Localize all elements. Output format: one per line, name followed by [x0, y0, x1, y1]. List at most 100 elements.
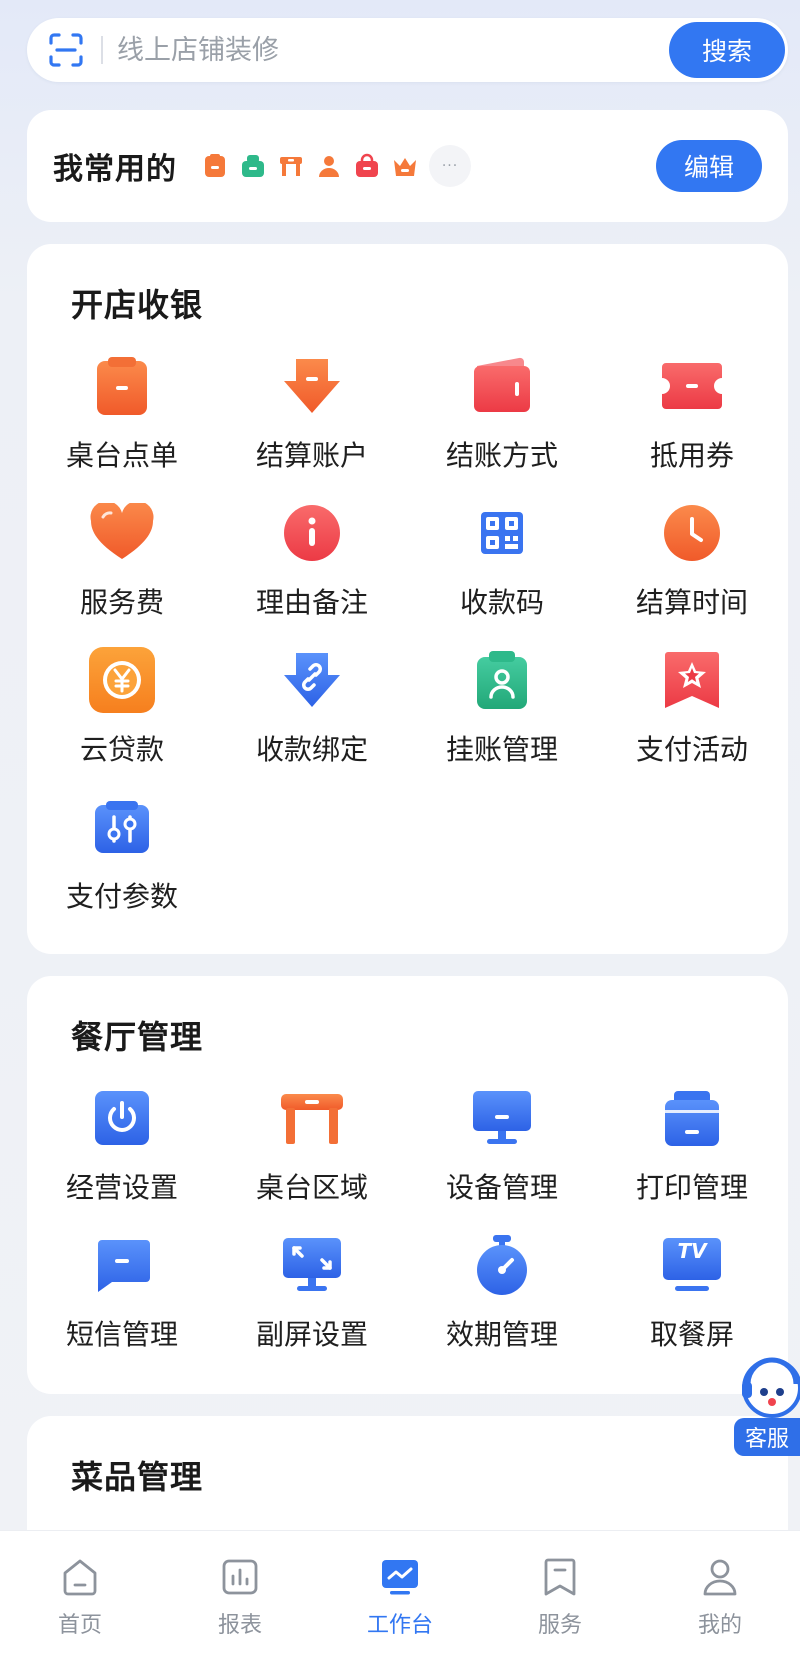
- nav-label: 我的: [697, 1613, 742, 1638]
- mascot-icon: [742, 1357, 800, 1418]
- star-badge-icon: [658, 646, 726, 714]
- bag-icon[interactable]: [353, 152, 381, 180]
- nav-label: 工作台: [366, 1613, 433, 1638]
- timer-icon: [468, 1231, 536, 1299]
- grid-item-coupon[interactable]: 抵用券: [597, 352, 787, 499]
- yuan-loan-icon: [88, 646, 156, 714]
- heart-icon: [88, 499, 156, 567]
- menu-icon[interactable]: [201, 152, 229, 180]
- nav-label: 报表: [217, 1613, 262, 1638]
- search-bar[interactable]: 搜索: [27, 18, 788, 82]
- edit-button[interactable]: 编辑: [656, 140, 762, 192]
- person-icon[interactable]: [315, 152, 343, 180]
- grid-item-reason-note[interactable]: 理由备注: [217, 499, 407, 646]
- grid-label: 桌台区域: [255, 1171, 368, 1204]
- grid-item-print-management[interactable]: 打印管理: [597, 1084, 787, 1231]
- scan-icon[interactable]: [45, 29, 87, 71]
- nav-item-service[interactable]: 服务: [480, 1531, 640, 1657]
- grid-item-payment-parameters[interactable]: 支付参数: [27, 793, 217, 940]
- nav-item-home[interactable]: 首页: [0, 1531, 160, 1657]
- grid-label: 经营设置: [65, 1171, 178, 1204]
- grid-label: 桌台点单: [65, 439, 178, 472]
- wallet-icon: [468, 352, 536, 420]
- grid-label: 短信管理: [65, 1318, 178, 1351]
- parameters-icon: [88, 793, 156, 861]
- grid-label: 打印管理: [635, 1171, 748, 1204]
- grid-label: 挂账管理: [445, 733, 558, 766]
- table-icon[interactable]: [277, 152, 305, 180]
- crown-icon[interactable]: [391, 152, 419, 180]
- credit-icon: [468, 646, 536, 714]
- grid-item-service-fee[interactable]: 服务费: [27, 499, 217, 646]
- bookmark-icon: [540, 1557, 580, 1597]
- section-title: 菜品管理: [71, 1458, 204, 1496]
- grid-label: 收款码: [459, 586, 544, 619]
- grid-item-business-settings[interactable]: 经营设置: [27, 1084, 217, 1231]
- favorites-icon-row[interactable]: ···: [201, 145, 471, 187]
- grid-item-expiry-management[interactable]: 效期管理: [407, 1231, 597, 1378]
- grid-label: 结账方式: [445, 439, 558, 472]
- coupon-icon: [658, 352, 726, 420]
- search-divider: [101, 36, 103, 64]
- grid-label: 结算账户: [255, 439, 368, 472]
- grid-item-secondary-screen[interactable]: 副屏设置: [217, 1231, 407, 1378]
- more-dots-icon[interactable]: ···: [429, 145, 471, 187]
- section-store-cashier: 开店收银 桌台点单 结算账户 结账方式 抵用券 服务费 理由备注 收款码 结算时…: [27, 244, 788, 954]
- nav-item-report[interactable]: 报表: [160, 1531, 320, 1657]
- search-button[interactable]: 搜索: [669, 22, 785, 78]
- nav-label: 服务: [537, 1613, 582, 1638]
- grid-item-table-order[interactable]: 桌台点单: [27, 352, 217, 499]
- link-icon: [278, 646, 346, 714]
- user-icon: [700, 1557, 740, 1597]
- tv-icon: TV: [658, 1231, 726, 1299]
- grid-label: 服务费: [79, 586, 164, 619]
- section-title: 餐厅管理: [71, 1018, 204, 1056]
- grid-label: 云贷款: [79, 733, 164, 766]
- grid-item-settle-account[interactable]: 结算账户: [217, 352, 407, 499]
- grid-item-table-area[interactable]: 桌台区域: [217, 1084, 407, 1231]
- grid-label: 取餐屏: [649, 1318, 734, 1351]
- favorites-card: 我常用的 ··· 编辑: [27, 110, 788, 222]
- grid-label: 支付活动: [635, 733, 748, 766]
- favorites-title: 我常用的: [53, 152, 177, 187]
- grid-item-device-management[interactable]: 设备管理: [407, 1084, 597, 1231]
- grid-item-cloud-loan[interactable]: 云贷款: [27, 646, 217, 793]
- section-restaurant-management: 餐厅管理 经营设置 桌台区域 设备管理 打印管理 短信管理 副屏设置 效期管理 …: [27, 976, 788, 1394]
- clock-icon: [658, 499, 726, 567]
- grid-item-settlement-time[interactable]: 结算时间: [597, 499, 787, 646]
- nav-label: 首页: [57, 1613, 102, 1638]
- clipboard-icon: [88, 352, 156, 420]
- qr-code-icon: [468, 499, 536, 567]
- grid-label: 理由备注: [255, 586, 368, 619]
- monitor-icon: [468, 1084, 536, 1152]
- printer-icon: [658, 1084, 726, 1152]
- settle-account-icon: [278, 352, 346, 420]
- nav-item-mine[interactable]: 我的: [640, 1531, 800, 1657]
- home-icon: [60, 1557, 100, 1597]
- nav-item-workbench[interactable]: 工作台: [320, 1531, 480, 1657]
- grid-label: 支付参数: [65, 880, 178, 913]
- bottom-nav: 首页 报表 工作台 服务 我的: [0, 1530, 800, 1657]
- tv-badge-text: TV: [677, 1239, 707, 1263]
- grid-label: 设备管理: [445, 1171, 558, 1204]
- section-title: 开店收银: [71, 286, 204, 324]
- info-icon: [278, 499, 346, 567]
- section-grid: 经营设置 桌台区域 设备管理 打印管理 短信管理 副屏设置 效期管理 TV 取餐…: [27, 1084, 788, 1378]
- grid-item-payment-binding[interactable]: 收款绑定: [217, 646, 407, 793]
- cashier-icon[interactable]: [239, 152, 267, 180]
- message-icon: [88, 1231, 156, 1299]
- grid-item-payment-activity[interactable]: 支付活动: [597, 646, 787, 793]
- grid-item-checkout-method[interactable]: 结账方式: [407, 352, 597, 499]
- grid-item-sms-management[interactable]: 短信管理: [27, 1231, 217, 1378]
- customer-service-float[interactable]: 客服: [734, 1352, 800, 1460]
- second-screen-icon: [278, 1231, 346, 1299]
- customer-service-label[interactable]: 客服: [734, 1418, 800, 1456]
- report-icon: [220, 1557, 260, 1597]
- power-icon: [88, 1084, 156, 1152]
- workbench-icon: [380, 1557, 420, 1597]
- grid-item-payment-code[interactable]: 收款码: [407, 499, 597, 646]
- grid-item-credit-management[interactable]: 挂账管理: [407, 646, 597, 793]
- grid-label: 效期管理: [445, 1318, 558, 1351]
- grid-label: 副屏设置: [255, 1318, 368, 1351]
- grid-label: 结算时间: [635, 586, 748, 619]
